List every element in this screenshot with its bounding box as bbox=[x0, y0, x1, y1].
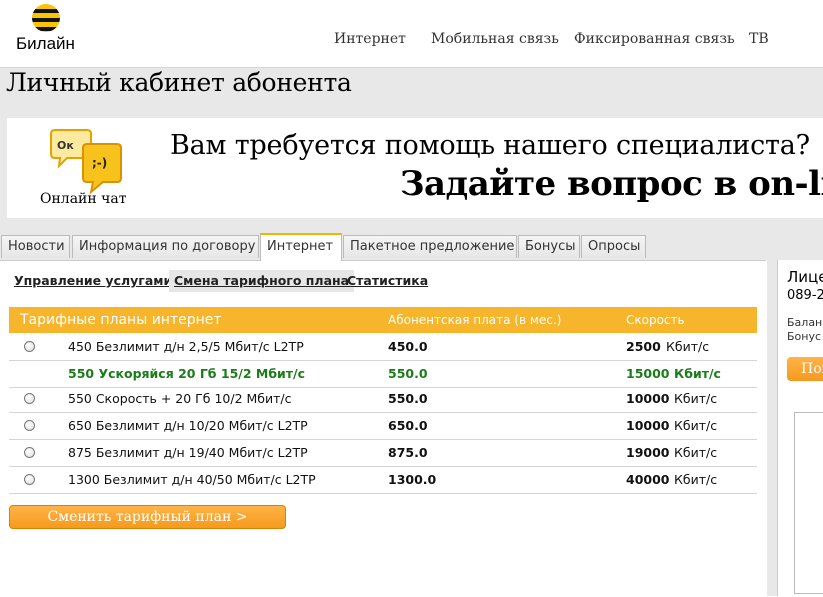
tariff-fee: 650.0 bbox=[388, 418, 428, 433]
banner-call-to-action: Задайте вопрос в on-lin bbox=[400, 164, 823, 204]
tariff-speed-value: 19000 bbox=[626, 445, 670, 460]
page-title: Личный кабинет абонента bbox=[6, 68, 352, 97]
tariff-name: 1300 Безлимит д/н 40/50 Мбит/с L2TP bbox=[68, 472, 316, 487]
tab-polls[interactable]: Опросы bbox=[581, 235, 646, 258]
tariff-speed-value: 40000 bbox=[626, 472, 670, 487]
account-panel-box bbox=[794, 412, 823, 594]
subtab-manage-services[interactable]: Управление услугами bbox=[9, 270, 177, 292]
tariff-row[interactable]: 1300 Безлимит д/н 40/50 Мбит/с L2TP 1300… bbox=[9, 467, 757, 494]
account-bonus-label: Бонус bbox=[787, 330, 822, 343]
account-number: 089-2 bbox=[787, 288, 823, 303]
tab-news[interactable]: Новости bbox=[1, 235, 70, 258]
chat-label: Онлайн чат bbox=[40, 191, 127, 207]
tariff-speed-unit: Кбит/с bbox=[674, 366, 721, 381]
tariff-table-header: Тарифные планы интернет Абонентская плат… bbox=[9, 307, 757, 333]
tariff-speed-value: 10000 bbox=[626, 391, 670, 406]
beeline-logo[interactable]: Билайн bbox=[16, 4, 82, 56]
tariff-fee: 1300.0 bbox=[388, 472, 437, 487]
chat-bubble-text-smiley: ;-) bbox=[92, 156, 107, 170]
account-panel: Лице 089-2 Балан Бонус Пог bbox=[777, 260, 823, 596]
tariff-name: 550 Ускоряйся 20 Гб 15/2 Мбит/с bbox=[68, 366, 306, 381]
nav-internet[interactable]: Интернет bbox=[334, 31, 406, 47]
tariff-row[interactable]: 550 Скорость + 20 Гб 10/2 Мбит/с 550.0 1… bbox=[9, 386, 757, 413]
tab-package-offer[interactable]: Пакетное предложение bbox=[343, 235, 517, 258]
tariff-row[interactable]: 875 Безлимит д/н 19/40 Мбит/с L2TP 875.0… bbox=[9, 440, 757, 467]
nav-tv[interactable]: ТВ bbox=[749, 31, 769, 47]
chat-bubbles-icon: Ок ;-) bbox=[50, 129, 122, 195]
header-tariff-plans: Тарифные планы интернет bbox=[20, 312, 222, 328]
tariff-name: 550 Скорость + 20 Гб 10/2 Мбит/с bbox=[68, 391, 292, 406]
tariff-speed-value: 10000 bbox=[626, 418, 670, 433]
tariff-radio[interactable] bbox=[24, 447, 35, 458]
tariff-speed-unit: Кбит/с bbox=[666, 339, 710, 354]
tariff-name: 875 Безлимит д/н 19/40 Мбит/с L2TP bbox=[68, 445, 308, 460]
tariff-row[interactable]: 650 Безлимит д/н 10/20 Мбит/с L2TP 650.0… bbox=[9, 413, 757, 440]
tariff-radio[interactable] bbox=[24, 393, 35, 404]
tab-contract-info[interactable]: Информация по договору bbox=[72, 235, 259, 258]
tab-bonuses[interactable]: Бонусы bbox=[518, 235, 580, 258]
banner-headline: Вам требуется помощь нашего специалиста? bbox=[170, 130, 810, 161]
tariff-speed-unit: Кбит/с bbox=[674, 418, 718, 433]
chat-bubble-text-ok: Ок bbox=[57, 139, 74, 152]
tariff-fee: 875.0 bbox=[388, 445, 428, 460]
tariff-fee: 550.0 bbox=[388, 366, 428, 381]
tariff-speed-value: 2500 bbox=[626, 339, 661, 354]
online-chat-banner[interactable]: Ок ;-) Онлайн чат Вам требуется помощь н… bbox=[7, 118, 823, 218]
tariff-name: 450 Безлимит д/н 2,5/5 Мбит/с L2TP bbox=[68, 339, 304, 354]
nav-fixed[interactable]: Фиксированная связь bbox=[574, 31, 735, 47]
tariff-speed-unit: Кбит/с bbox=[674, 445, 718, 460]
panel-gap bbox=[767, 260, 777, 596]
tariff-fee: 550.0 bbox=[388, 391, 428, 406]
tariff-fee: 450.0 bbox=[388, 339, 428, 354]
account-panel-button[interactable]: Пог bbox=[787, 357, 823, 381]
tariff-row[interactable]: 450 Безлимит д/н 2,5/5 Мбит/с L2TP 450.0… bbox=[9, 334, 757, 361]
tariff-radio[interactable] bbox=[24, 474, 35, 485]
tariff-speed-unit: Кбит/с bbox=[674, 472, 718, 487]
header-speed: Скорость bbox=[626, 313, 685, 327]
tariff-speed-unit: Кбит/с bbox=[674, 391, 718, 406]
logo-text: Билайн bbox=[16, 34, 75, 53]
tariff-speed-value: 15000 bbox=[626, 366, 670, 381]
change-tariff-button[interactable]: Сменить тарифный план > bbox=[9, 505, 286, 529]
site-header: Билайн Интернет Мобильная связь Фиксиров… bbox=[0, 0, 823, 68]
tariff-radio[interactable] bbox=[24, 341, 35, 352]
header-monthly-fee: Абонентская плата (в мес.) bbox=[388, 313, 562, 327]
beeline-ball-icon bbox=[32, 4, 60, 32]
tariff-radio[interactable] bbox=[24, 420, 35, 431]
account-balance-label: Балан bbox=[787, 316, 823, 329]
tariff-name: 650 Безлимит д/н 10/20 Мбит/с L2TP bbox=[68, 418, 308, 433]
subtab-statistics[interactable]: Статистика bbox=[342, 270, 433, 292]
tab-internet[interactable]: Интернет bbox=[260, 233, 342, 261]
account-panel-title: Лице bbox=[787, 268, 823, 286]
nav-mobile[interactable]: Мобильная связь bbox=[431, 31, 559, 47]
tariff-row-current: 550 Ускоряйся 20 Гб 15/2 Мбит/с 550.0 15… bbox=[9, 361, 757, 388]
subtab-change-tariff[interactable]: Смена тарифного плана bbox=[169, 270, 355, 292]
